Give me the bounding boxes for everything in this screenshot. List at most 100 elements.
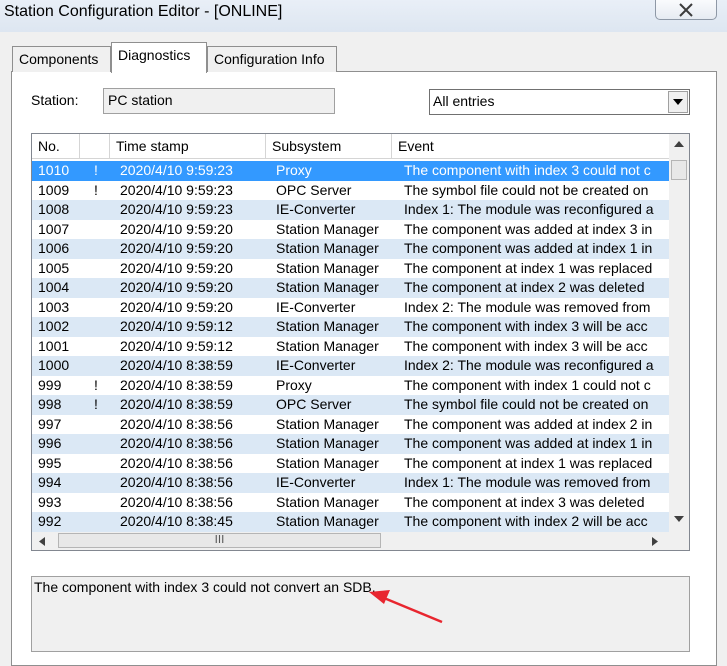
row-number: 1000 (38, 357, 70, 373)
row-subsystem: Station Manager (276, 259, 379, 276)
tab-label: Configuration Info (214, 51, 325, 67)
row-flag: ! (94, 162, 98, 178)
table-row[interactable]: 1001 2020/4/10 9:59:12 Station Manager The … (32, 337, 669, 357)
row-subsystem: OPC Server (276, 181, 352, 198)
vertical-scrollbar[interactable] (669, 134, 689, 532)
row-timestamp: 2020/4/10 9:59:20 (120, 279, 233, 295)
scrollbar-corner (669, 532, 689, 550)
row-event: The component at index 2 was deleted (404, 279, 645, 295)
row-timestamp: 2020/4/10 8:38:56 (120, 474, 233, 490)
table-row[interactable]: 995 2020/4/10 8:38:56 Station Manager The c… (32, 454, 669, 474)
row-subsystem: Station Manager (276, 493, 379, 510)
row-number: 1003 (38, 298, 70, 315)
row-event: The component at index 3 was deleted (404, 493, 645, 510)
row-timestamp: 2020/4/10 8:38:56 (120, 493, 233, 510)
table-row[interactable]: 996 2020/4/10 8:38:56 Station Manager The c… (32, 434, 669, 454)
table-row[interactable]: 1000 2020/4/10 8:38:59 IE-Converter Index 2… (32, 356, 669, 376)
horizontal-scrollbar[interactable]: III (32, 532, 669, 550)
table-row[interactable]: 1007 2020/4/10 9:59:20 Station Manager The … (32, 220, 669, 240)
row-number: 1009 (38, 181, 70, 198)
dropdown-button[interactable] (668, 91, 688, 113)
tab-components[interactable]: Components (12, 46, 111, 72)
row-number: 994 (38, 474, 62, 490)
table-row[interactable]: 1010! 2020/4/10 9:59:23 Proxy The component… (32, 161, 669, 181)
column-header-subsystem[interactable]: Subsystem (266, 134, 392, 159)
row-event: The component with index 3 will be acc (404, 337, 648, 354)
close-button[interactable] (655, 0, 717, 20)
row-timestamp: 2020/4/10 9:59:20 (120, 220, 233, 237)
row-subsystem: IE-Converter (276, 357, 356, 373)
row-flag (94, 434, 104, 454)
row-timestamp: 2020/4/10 9:59:20 (120, 240, 233, 256)
row-subsystem: IE-Converter (276, 298, 356, 315)
row-flag (94, 512, 104, 532)
row-flag (94, 259, 104, 279)
row-flag (94, 473, 104, 493)
table-row[interactable]: 997 2020/4/10 8:38:56 Station Manager The c… (32, 415, 669, 435)
row-flag (94, 337, 104, 357)
row-timestamp: 2020/4/10 8:38:59 (120, 376, 233, 393)
list-body: 1010! 2020/4/10 9:59:23 Proxy The component… (32, 161, 669, 532)
table-row[interactable]: 998! 2020/4/10 8:38:59 OPC Server The symbo… (32, 395, 669, 415)
row-flag (94, 239, 104, 259)
row-timestamp: 2020/4/10 9:59:20 (120, 259, 233, 276)
table-row[interactable]: 1004 2020/4/10 9:59:20 Station Manager The … (32, 278, 669, 298)
station-field: PC station (103, 88, 335, 114)
scroll-down-icon[interactable] (674, 516, 684, 522)
horizontal-scroll-thumb[interactable]: III (58, 533, 381, 548)
row-flag: ! (94, 396, 98, 412)
vertical-scroll-thumb[interactable] (671, 160, 687, 180)
row-timestamp: 2020/4/10 8:38:56 (120, 454, 233, 471)
tab-configuration-info[interactable]: Configuration Info (207, 46, 337, 72)
row-flag (94, 356, 104, 376)
row-timestamp: 2020/4/10 9:59:12 (120, 337, 233, 354)
row-number: 1008 (38, 201, 70, 217)
row-event: Index 2: The module was reconfigured a (404, 357, 654, 373)
scroll-left-icon[interactable] (39, 537, 45, 546)
tab-diagnostics[interactable]: Diagnostics (111, 42, 207, 73)
column-header-time[interactable]: Time stamp (110, 134, 266, 159)
column-header-event[interactable]: Event (392, 134, 669, 159)
row-event: The component was added at index 2 in (404, 415, 653, 432)
table-row[interactable]: 1005 2020/4/10 9:59:20 Station Manager The … (32, 259, 669, 279)
table-row[interactable]: 1003 2020/4/10 9:59:20 IE-Converter Index 2… (32, 298, 669, 318)
row-timestamp: 2020/4/10 8:38:56 (120, 435, 233, 451)
row-flag: ! (94, 376, 98, 393)
row-event: The component with index 2 will be acc (404, 513, 648, 529)
row-event: The component with index 1 could not c (404, 376, 651, 393)
table-row[interactable]: 1002 2020/4/10 9:59:12 Station Manager The … (32, 317, 669, 337)
row-flag (94, 298, 104, 318)
diagnostics-list: No. Time stamp Subsystem Event 1010! 2020… (31, 133, 690, 551)
row-timestamp: 2020/4/10 8:38:56 (120, 415, 233, 432)
column-header-no[interactable]: No. (32, 134, 80, 159)
filter-dropdown[interactable]: All entries (429, 89, 690, 115)
row-timestamp: 2020/4/10 9:59:23 (120, 162, 233, 178)
close-icon (679, 2, 693, 17)
filter-selected: All entries (433, 93, 495, 109)
table-row[interactable]: 994 2020/4/10 8:38:56 IE-Converter Index 1:… (32, 473, 669, 493)
tab-label: Components (19, 51, 99, 67)
tab-label: Diagnostics (118, 47, 191, 63)
table-row[interactable]: 999! 2020/4/10 8:38:59 Proxy The component … (32, 376, 669, 396)
row-subsystem: Station Manager (276, 513, 379, 529)
row-event: The component at index 1 was replaced (404, 259, 653, 276)
row-timestamp: 2020/4/10 9:59:23 (120, 201, 233, 217)
column-header-flag[interactable] (80, 134, 110, 159)
row-subsystem: Station Manager (276, 415, 379, 432)
table-row[interactable]: 1009! 2020/4/10 9:59:23 OPC Server The symb… (32, 181, 669, 201)
chevron-down-icon (673, 99, 683, 105)
row-number: 1001 (38, 337, 70, 354)
scroll-up-icon[interactable] (674, 141, 684, 147)
row-flag (94, 278, 104, 298)
row-number: 1004 (38, 279, 70, 295)
row-subsystem: Station Manager (276, 435, 379, 451)
table-row[interactable]: 993 2020/4/10 8:38:56 Station Manager The c… (32, 493, 669, 513)
scroll-right-icon[interactable] (652, 537, 658, 546)
table-row[interactable]: 992 2020/4/10 8:38:45 Station Manager The c… (32, 512, 669, 532)
table-row[interactable]: 1008 2020/4/10 9:59:23 IE-Converter Index 1… (32, 200, 669, 220)
row-timestamp: 2020/4/10 9:59:12 (120, 318, 233, 334)
row-event: The symbol file could not be created on (404, 396, 649, 412)
table-row[interactable]: 1006 2020/4/10 9:59:20 Station Manager The … (32, 239, 669, 259)
row-event: The component at index 1 was replaced (404, 454, 653, 471)
row-number: 992 (38, 513, 62, 529)
